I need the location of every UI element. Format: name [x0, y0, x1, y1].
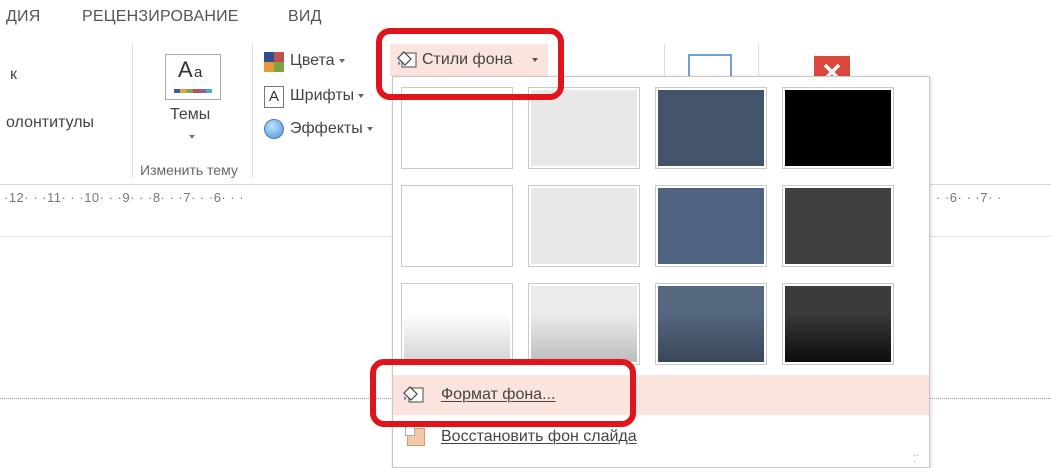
effects-icon[interactable]: [264, 119, 284, 139]
effects-button[interactable]: Эффекты: [290, 120, 373, 138]
reset-background-label: Восстановить фон слайда: [441, 428, 637, 445]
background-style-swatch: [785, 286, 891, 362]
background-style-swatch: [531, 188, 637, 264]
background-style-tile[interactable]: [401, 283, 513, 365]
themes-label[interactable]: Темы: [170, 106, 210, 124]
themes-caret-icon[interactable]: [189, 135, 195, 139]
background-style-tile[interactable]: [401, 185, 513, 267]
background-style-swatch: [404, 286, 510, 362]
background-style-tile[interactable]: [528, 283, 640, 365]
colors-button[interactable]: Цвета: [290, 52, 345, 70]
annotation-highlight-background-styles: [376, 28, 564, 100]
ribbon-left-fragment-1[interactable]: к: [10, 66, 17, 84]
ribbon-separator: [252, 44, 253, 178]
ruler-right-marks: · ·6· · ·7· ·: [936, 190, 1002, 205]
effects-label: Эффекты: [290, 120, 363, 137]
background-style-tile[interactable]: [655, 283, 767, 365]
tab-review[interactable]: РЕЦЕНЗИРОВАНИЕ: [82, 8, 239, 26]
background-style-tile[interactable]: [655, 185, 767, 267]
effects-caret-icon: [366, 126, 373, 131]
fonts-label: Шрифты: [290, 87, 355, 104]
background-style-tile[interactable]: [528, 185, 640, 267]
ribbon-separator: [132, 44, 133, 178]
fonts-icon[interactable]: A: [264, 86, 284, 108]
background-style-swatch: [404, 188, 510, 264]
background-style-swatch: [531, 286, 637, 362]
background-style-swatch: [658, 286, 764, 362]
resize-grip-icon[interactable]: ·· ·: [913, 451, 920, 467]
background-style-swatch: [658, 90, 764, 166]
colors-caret-icon: [338, 58, 345, 63]
background-style-swatch: [531, 90, 637, 166]
background-style-swatch: [658, 188, 764, 264]
change-theme-group-label: Изменить тему: [140, 162, 238, 178]
tab-partial[interactable]: ДИЯ: [6, 8, 41, 26]
reset-background-icon: [405, 426, 425, 446]
fonts-caret-icon: [358, 93, 365, 98]
fonts-button[interactable]: Шрифты: [290, 87, 365, 105]
colors-icon[interactable]: [264, 52, 284, 72]
background-style-swatch: [404, 90, 510, 166]
background-style-tile[interactable]: [782, 185, 894, 267]
background-style-swatch: [785, 188, 891, 264]
tab-view[interactable]: ВИД: [288, 8, 322, 26]
background-style-tile[interactable]: [782, 87, 894, 169]
colors-label: Цвета: [290, 52, 335, 69]
themes-icon[interactable]: A a: [165, 54, 221, 100]
background-style-tile[interactable]: [782, 283, 894, 365]
ruler-left-marks: ·12· · ·11· · ·10· · ·9· · ·8· · ·7· · ·…: [4, 190, 245, 205]
ribbon-left-fragment-2[interactable]: олонтитулы: [6, 114, 94, 132]
background-style-swatch: [785, 90, 891, 166]
annotation-highlight-format-background: [370, 359, 636, 427]
background-style-tile[interactable]: [655, 87, 767, 169]
